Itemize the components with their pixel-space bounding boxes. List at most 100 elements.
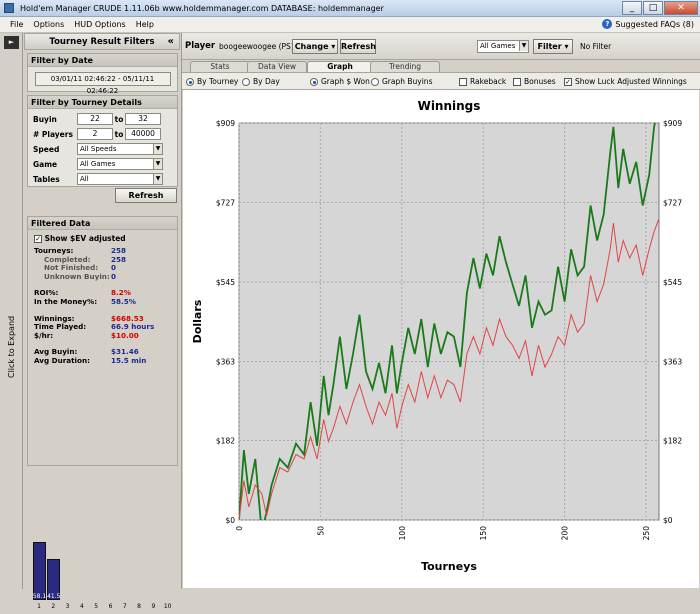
- y-tick-label-left: $727: [216, 198, 235, 207]
- date-filter-title: Filter by Date: [28, 54, 177, 67]
- date-range-field[interactable]: 03/01/11 02:46:22 - 05/11/11 02:46:22: [34, 72, 171, 95]
- filtered-data-panel: Filtered Data ✓ Show $EV adjusted Tourne…: [27, 216, 178, 610]
- bonuses-option[interactable]: Bonuses: [513, 77, 556, 86]
- speed-label: Speed: [33, 144, 60, 154]
- stat-value: 15.5 min: [111, 355, 147, 365]
- graph-won-radio[interactable]: [310, 77, 318, 86]
- buyin-to-input[interactable]: 32: [125, 113, 161, 125]
- histogram-bar-label: 58.1: [32, 593, 47, 600]
- players-to-input[interactable]: 40000: [125, 128, 161, 140]
- faq-label: Suggested FAQs (8): [615, 19, 694, 29]
- help-icon: ?: [602, 19, 613, 29]
- player-toolbar: Player boogeewoogee (PS) Change ▾ Refres…: [182, 33, 700, 60]
- rakeback-option[interactable]: Rakeback: [459, 77, 506, 86]
- y-tick-label-right: $363: [663, 357, 682, 366]
- tables-select[interactable]: All ▼: [77, 173, 163, 185]
- stat-value: $10.00: [111, 330, 139, 340]
- speed-value: All Speeds: [80, 145, 117, 153]
- y-tick-label-right: $182: [663, 437, 682, 446]
- sev-adjusted-row[interactable]: ✓ Show $EV adjusted: [34, 234, 177, 243]
- game-select[interactable]: All Games ▼: [77, 158, 163, 170]
- by-tourney-option[interactable]: By Tourney: [186, 77, 238, 86]
- click-to-expand-label[interactable]: Click to Expand: [7, 316, 16, 378]
- tab-stats[interactable]: Stats: [190, 61, 250, 72]
- by-tourney-radio[interactable]: [186, 77, 194, 86]
- close-button[interactable]: ✕: [664, 1, 698, 15]
- dropdown-arrow-icon[interactable]: ▼: [153, 174, 162, 184]
- y-tick-label-right: $545: [663, 278, 682, 287]
- speed-select[interactable]: All Speeds ▼: [77, 143, 163, 155]
- sev-adjusted-label: Show $EV adjusted: [44, 234, 126, 243]
- menu-options[interactable]: Options: [33, 20, 64, 29]
- graph-buyins-radio[interactable]: [371, 77, 379, 86]
- graph-won-option[interactable]: Graph $ Won: [310, 77, 370, 86]
- tab-trending[interactable]: Trending: [370, 61, 440, 72]
- graph-options-bar: By Tourney By Day Graph $ Won Graph Buyi…: [182, 72, 700, 90]
- x-tick-label: 200: [561, 526, 570, 541]
- dropdown-arrow-icon[interactable]: ▼: [153, 144, 162, 154]
- filter-button[interactable]: Filter ▾: [533, 39, 573, 54]
- game-label: Game: [33, 159, 58, 169]
- histogram-x-label: 8: [137, 603, 141, 610]
- graph-buyins-label: Graph Buyins: [382, 77, 433, 86]
- chart-title: Winnings: [418, 99, 481, 113]
- dropdown-arrow-icon[interactable]: ▼: [519, 41, 528, 51]
- players-from-input[interactable]: 2: [77, 128, 113, 140]
- sev-adjusted-checkbox[interactable]: ✓: [34, 235, 42, 243]
- histogram-bar: [33, 541, 46, 600]
- menu-hud-options[interactable]: HUD Options: [74, 20, 125, 29]
- maximize-button[interactable]: □: [643, 1, 663, 15]
- histogram-x-label: 1: [37, 603, 41, 610]
- change-player-button[interactable]: Change ▾: [292, 39, 338, 54]
- y-tick-label-right: $909: [663, 119, 682, 128]
- graph-buyins-option[interactable]: Graph Buyins: [371, 77, 432, 86]
- menu-file[interactable]: File: [10, 20, 23, 29]
- filter-panel: Tourney Result Filters « Filter by Date …: [24, 33, 180, 610]
- y-tick-label-left: $182: [216, 437, 235, 446]
- y-axis-label: Dollars: [191, 299, 204, 343]
- histogram-x-label: 4: [79, 603, 84, 610]
- graph-area: $0 $0 $182 $182 $363 $363 $545 $545 $727 $727 $909…: [183, 90, 699, 588]
- bonuses-label: Bonuses: [524, 77, 556, 86]
- side-strip: ► Click to Expand: [0, 33, 23, 589]
- by-tourney-label: By Tourney: [197, 77, 239, 86]
- histogram-x-label: 5: [94, 603, 99, 610]
- stat-label: Avg Duration:: [34, 355, 90, 365]
- main-panel: Player boogeewoogee (PS) Change ▾ Refres…: [181, 33, 700, 589]
- dropdown-arrow-icon[interactable]: ▼: [153, 159, 162, 169]
- x-tick-label: 250: [642, 526, 651, 541]
- filters-refresh-button[interactable]: Refresh: [115, 188, 177, 203]
- filtered-data-title: Filtered Data: [28, 217, 177, 230]
- suggested-faqs[interactable]: ? Suggested FAQs (8): [602, 19, 694, 29]
- bonuses-checkbox[interactable]: [513, 77, 521, 86]
- menu-bar: File Options HUD Options Help ? Suggeste…: [0, 17, 700, 33]
- luck-adjusted-option[interactable]: ✓ Show Luck Adjusted Winnings: [564, 77, 687, 86]
- buyin-from-input[interactable]: 22: [77, 113, 113, 125]
- app-icon: [4, 3, 14, 13]
- y-tick-label-left: $0: [225, 516, 235, 525]
- expand-arrow-icon[interactable]: ►: [4, 36, 19, 49]
- games-value: All Games: [480, 42, 516, 50]
- to-label: to: [114, 129, 124, 139]
- games-select[interactable]: All Games ▼: [477, 40, 529, 53]
- by-day-radio[interactable]: [242, 77, 250, 86]
- menu-help[interactable]: Help: [136, 20, 154, 29]
- rakeback-checkbox[interactable]: [459, 77, 467, 86]
- histogram-x-label: 6: [108, 603, 113, 610]
- stat-value: 0: [111, 271, 117, 281]
- by-day-option[interactable]: By Day: [242, 77, 280, 86]
- winnings-chart: $0 $0 $182 $182 $363 $363 $545 $545 $727 $727 $909…: [191, 99, 682, 573]
- tables-value: All: [80, 175, 89, 183]
- collapse-icon[interactable]: «: [168, 36, 174, 47]
- y-tick-label-left: $545: [216, 278, 235, 287]
- to-label: to: [114, 114, 124, 124]
- tab-data-view[interactable]: Data View: [247, 61, 307, 72]
- minimize-button[interactable]: _: [622, 1, 642, 15]
- x-tick-label: 0: [235, 526, 244, 531]
- player-refresh-button[interactable]: Refresh: [340, 39, 376, 54]
- luck-adjusted-checkbox[interactable]: ✓: [564, 77, 572, 86]
- no-filter-label: No Filter: [580, 42, 612, 51]
- details-filter-title: Filter by Tourney Details: [28, 96, 177, 109]
- stat-value: 58.5%: [111, 296, 136, 306]
- game-value: All Games: [80, 160, 116, 168]
